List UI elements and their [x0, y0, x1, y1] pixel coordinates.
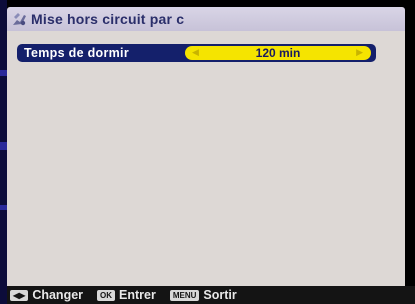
hint-enter: OK Entrer [97, 288, 156, 302]
left-bezel [0, 0, 7, 304]
setting-row-sleep-timer[interactable]: Temps de dormir ◀ 120 min ▶ [17, 44, 376, 62]
ok-key-icon: OK [97, 289, 116, 301]
setting-value: 120 min [255, 46, 301, 60]
hint-change: ◀▶ Changer [10, 288, 83, 302]
sleep-timer-value-selector[interactable]: ◀ 120 min ▶ [185, 46, 371, 60]
hint-label-enter: Entrer [119, 288, 156, 302]
hand-gear-icon [11, 11, 28, 28]
menu-panel: Temps de dormir ◀ 120 min ▶ [7, 31, 405, 286]
menu-key-icon: MENU [169, 289, 200, 301]
menu-title-bar: Mise hors circuit par c [7, 7, 405, 31]
hint-exit: MENU Sortir [169, 288, 237, 302]
left-right-arrows-icon: ◀▶ [10, 289, 29, 301]
setting-label: Temps de dormir [24, 46, 129, 60]
hint-label-exit: Sortir [203, 288, 237, 302]
menu-title: Mise hors circuit par c [31, 11, 185, 27]
tv-osd-screen: Mise hors circuit par c Temps de dormir … [0, 0, 415, 304]
arrow-right-icon[interactable]: ▶ [356, 46, 363, 60]
key-hint-bar: ◀▶ Changer OK Entrer MENU Sortir [7, 286, 415, 304]
hint-label-change: Changer [32, 288, 84, 302]
